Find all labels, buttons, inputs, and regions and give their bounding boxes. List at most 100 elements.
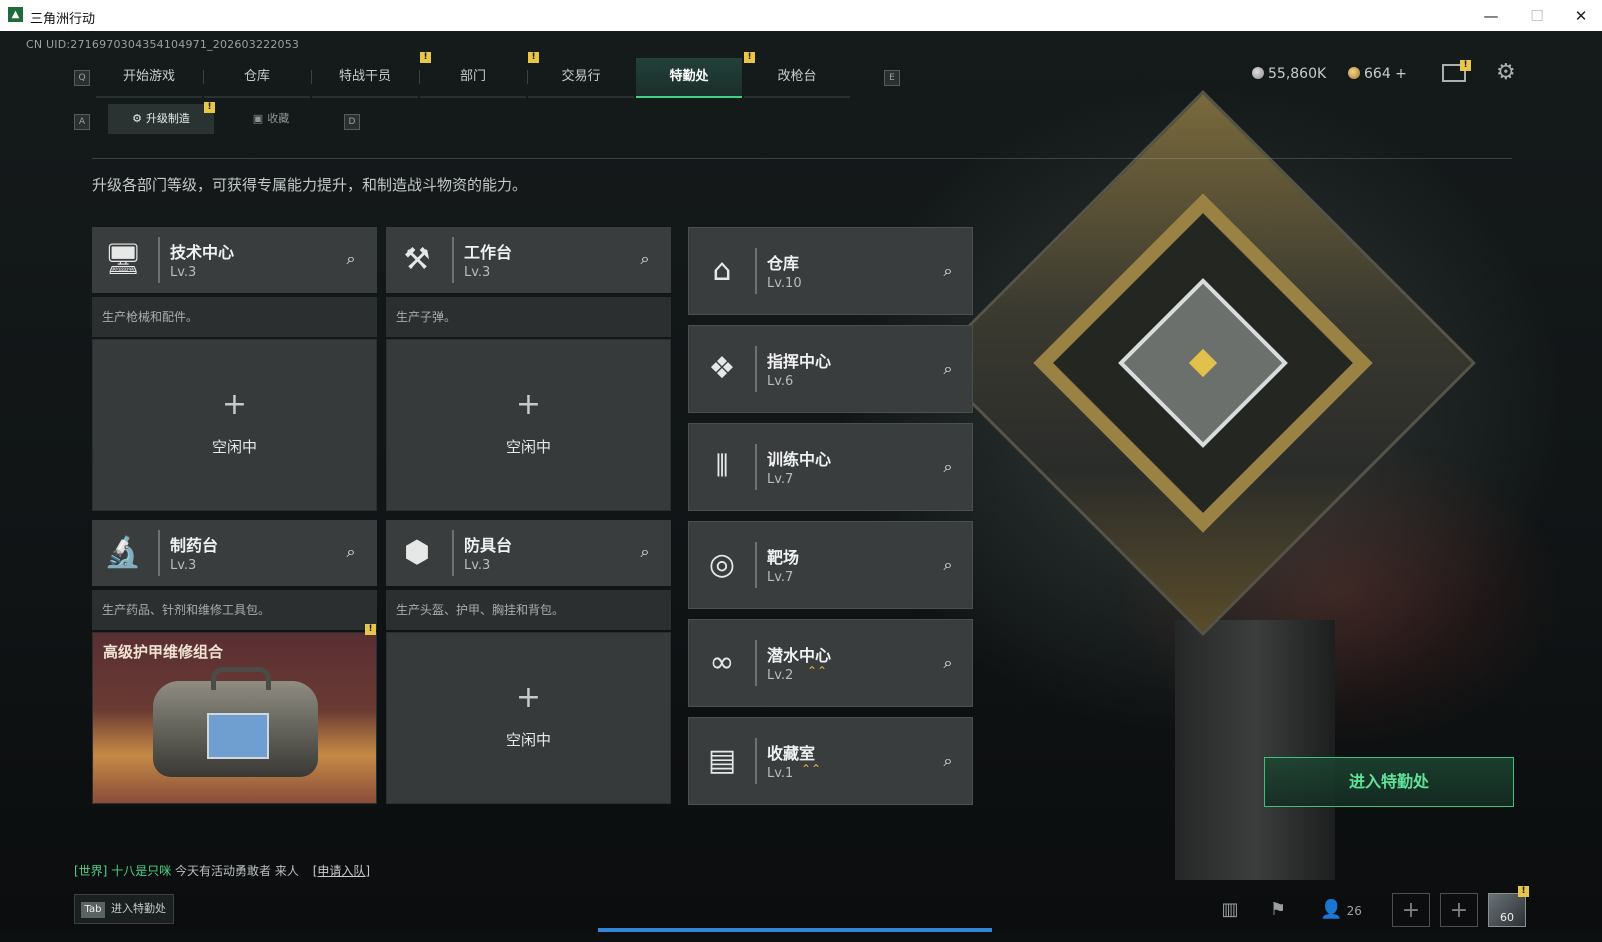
search-icon[interactable]: ⌕	[938, 261, 958, 281]
coin-balance[interactable]: 55,860K	[1252, 66, 1326, 82]
tab-warehouse[interactable]: 仓库	[204, 58, 310, 98]
nav-badge-special-ops: !	[744, 52, 755, 63]
app-logo-icon: ▲	[8, 7, 23, 22]
gear-icon[interactable]: ⚙	[1496, 60, 1516, 85]
facility-name: 潜水中心	[767, 646, 832, 665]
coin-icon	[1252, 67, 1264, 79]
plus-icon: +	[515, 680, 542, 715]
workshop-name: 制药台	[170, 536, 219, 555]
friends-button[interactable]: 👤 26	[1316, 896, 1366, 924]
facility-training-center[interactable]: ⫴ 训练中心 Lv.7 ⌕	[688, 423, 973, 511]
facility-warehouse[interactable]: ⌂ 仓库 Lv.10 ⌕	[688, 227, 973, 315]
subtab-upgrade-craft-label: 升级制造	[145, 112, 190, 125]
nav-badge-department: !	[528, 52, 539, 63]
party-slot-add-1[interactable]: +	[1392, 893, 1430, 927]
craft-slot[interactable]: + 空闲中	[92, 339, 377, 511]
player-avatar[interactable]: 60	[1488, 893, 1526, 927]
chat-user[interactable]: 十八是只咪	[111, 864, 171, 878]
dumbbell-icon: ⫴	[715, 449, 729, 484]
minimize-button[interactable]: —	[1468, 4, 1514, 28]
workshop-workbench: ⚒ 工作台 Lv.3 ⌕ 生产子弹。 + 空闲中	[386, 227, 671, 511]
friends-icon: 👤	[1320, 899, 1343, 920]
upgrade-available-icon: ⌃⌃	[807, 664, 828, 678]
monitor-icon: 🖥	[103, 242, 143, 277]
slot-status: 空闲中	[505, 438, 551, 456]
facility-name: 靶场	[767, 548, 800, 567]
chat-line: [世界] 十八是只咪 今天有活动勇敢者 来人 [申请入队]	[74, 862, 370, 879]
collection-icon: ▤	[707, 743, 737, 778]
workshop-tech-center: 🖥 技术中心 Lv.3 ⌕ 生产枪械和配件。 + 空闲中	[92, 227, 377, 511]
premium-balance[interactable]: 664 +	[1348, 66, 1407, 82]
subnav-next-keyhint: D	[344, 114, 360, 130]
party-slot-add-2[interactable]: +	[1440, 893, 1478, 927]
friends-count: 26	[1346, 904, 1362, 918]
facility-name: 训练中心	[767, 450, 832, 469]
tab-department[interactable]: 部门	[420, 58, 526, 98]
subtab-collection-label: 收藏	[267, 112, 290, 125]
enter-special-ops-button[interactable]: 进入特勤处	[1264, 757, 1514, 807]
facility-name: 仓库	[767, 254, 800, 273]
mail-badge: !	[1460, 60, 1471, 71]
workshop-description: 生产药品、针剂和维修工具包。	[92, 590, 377, 630]
facility-shooting-range[interactable]: ◎ 靶场 Lv.7 ⌕	[688, 521, 973, 609]
facility-command-center[interactable]: ❖ 指挥中心 Lv.6 ⌕	[688, 325, 973, 413]
search-icon[interactable]: ⌕	[341, 542, 361, 562]
facility-collection-room[interactable]: ▤ 收藏室 Lv.1 ⌃⌃ ⌕	[688, 717, 973, 805]
subnav-badge: !	[204, 102, 215, 113]
search-icon[interactable]: ⌕	[341, 249, 361, 269]
search-icon[interactable]: ⌕	[635, 542, 655, 562]
search-icon[interactable]: ⌕	[938, 359, 958, 379]
facility-diving-center[interactable]: ∞ 潜水中心 Lv.2 ⌃⌃ ⌕	[688, 619, 973, 707]
workshop-name: 防具台	[464, 536, 513, 555]
upgrade-available-icon: ⌃⌃	[801, 762, 822, 776]
search-icon[interactable]: ⌕	[938, 653, 958, 673]
flag-icon[interactable]: ⚑	[1260, 896, 1296, 924]
maximize-button[interactable]: ☐	[1514, 4, 1560, 28]
tab-operators[interactable]: 特战干员	[312, 58, 418, 98]
armor-repair-kit-image	[153, 667, 318, 777]
tab-trade[interactable]: 交易行	[528, 58, 634, 98]
facility-level: Lv.6	[767, 374, 794, 389]
workshop-description: 生产枪械和配件。	[92, 297, 377, 337]
facility-level: Lv.10	[767, 276, 802, 291]
workshop-level: Lv.3	[464, 265, 491, 280]
facility-level: Lv.2	[767, 668, 794, 683]
chat-join-link[interactable]: [申请入队]	[313, 864, 370, 878]
tab-start-game[interactable]: 开始游戏	[96, 58, 202, 98]
craft-slot[interactable]: + 空闲中	[386, 339, 671, 511]
chat-message: 今天有活动勇敢者 来人	[175, 864, 299, 878]
tab-gunsmith[interactable]: 改枪台	[744, 58, 850, 98]
divider	[92, 158, 1512, 159]
workshop-level: Lv.3	[170, 265, 197, 280]
premium-coin-icon	[1348, 67, 1360, 79]
tab-shortcut-hint[interactable]: Tab 进入特勤处	[74, 894, 174, 924]
search-icon[interactable]: ⌕	[635, 249, 655, 269]
window-title: 三角洲行动	[30, 12, 96, 27]
close-button[interactable]: ✕	[1558, 4, 1602, 28]
search-icon[interactable]: ⌕	[938, 555, 958, 575]
facility-name: 指挥中心	[767, 352, 832, 371]
subtab-upgrade-craft[interactable]: ⚙ 升级制造	[108, 104, 214, 134]
boxes-icon: ⬢	[403, 535, 431, 570]
workshop-header[interactable]: 🔬 制药台 Lv.3 ⌕	[92, 520, 377, 586]
search-icon[interactable]: ⌕	[938, 751, 958, 771]
craft-slot-in-progress[interactable]: 高级护甲维修组合	[92, 632, 377, 804]
player-uid: CN UID:2716970304354104971_202603222053	[26, 38, 300, 51]
craft-slot[interactable]: + 空闲中	[386, 632, 671, 804]
chat-channel: [世界]	[74, 864, 108, 878]
workshop-name: 技术中心	[170, 243, 235, 262]
workshop-header[interactable]: ⬢ 防具台 Lv.3 ⌕	[386, 520, 671, 586]
tab-special-ops[interactable]: 特勤处	[636, 58, 742, 98]
workshop-header[interactable]: ⚒ 工作台 Lv.3 ⌕	[386, 227, 671, 293]
workshop-pharmacy: 🔬 制药台 Lv.3 ⌕ 生产药品、针剂和维修工具包。 高级护甲维修组合 !	[92, 520, 377, 804]
player-level: 60	[1500, 911, 1514, 924]
subtab-collection[interactable]: ▣ 收藏	[218, 104, 324, 134]
search-icon[interactable]: ⌕	[938, 457, 958, 477]
slot-status: 空闲中	[505, 731, 551, 749]
workshop-header[interactable]: 🖥 技术中心 Lv.3 ⌕	[92, 227, 377, 293]
slot-status: 空闲中	[211, 438, 257, 456]
workshop-description: 生产子弹。	[386, 297, 671, 337]
target-icon: ◎	[708, 547, 736, 582]
stats-icon[interactable]: ▥	[1212, 896, 1248, 924]
hammer-wrench-icon: ⚒	[403, 242, 431, 277]
